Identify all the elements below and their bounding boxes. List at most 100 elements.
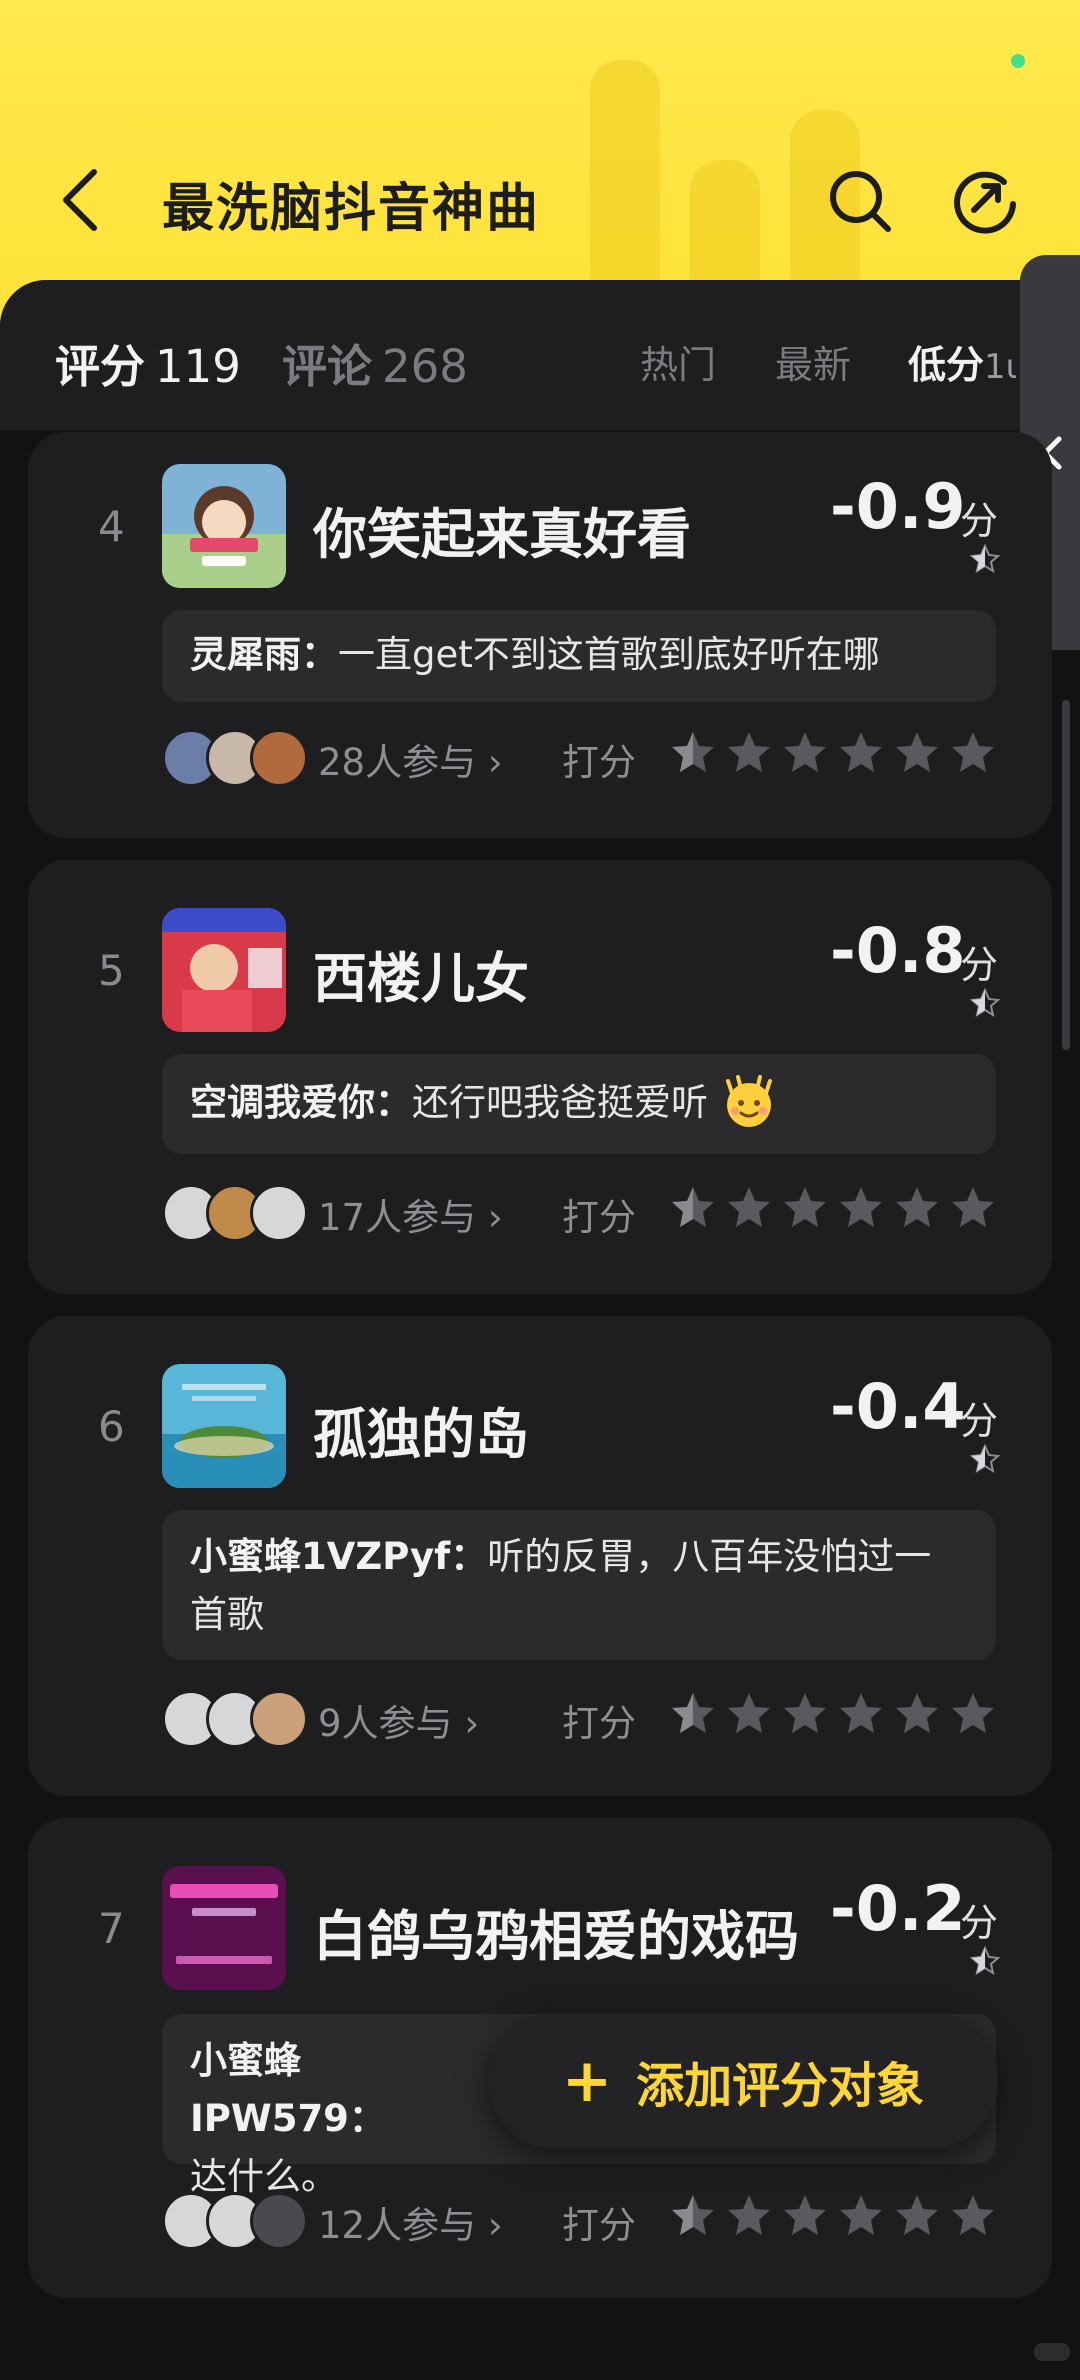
island-cover[interactable] xyxy=(162,1364,286,1488)
tab-comment-label: 评论 xyxy=(282,340,373,393)
song-title[interactable]: 你笑起来真好看 xyxy=(313,490,691,569)
chevron-left-icon xyxy=(63,169,97,231)
top-comment[interactable]: 灵犀雨：一直get不到这首歌到底好听在哪 xyxy=(162,610,996,702)
sort-low[interactable]: 低分1ι xyxy=(908,334,1017,389)
score-unit: 分 xyxy=(960,1901,999,1945)
search-button[interactable] xyxy=(826,166,896,236)
score-unit: 分 xyxy=(960,943,999,987)
star-icon[interactable] xyxy=(724,2191,774,2241)
star-icon[interactable] xyxy=(892,1183,942,1233)
star-icon[interactable] xyxy=(724,728,774,778)
chevron-right-icon: › xyxy=(464,1702,480,1745)
avatar xyxy=(250,1690,308,1748)
star-icon[interactable] xyxy=(780,1183,830,1233)
song-card[interactable]: 4 你笑起来真好看 -0.9 分 灵犀雨：一直get不到这首歌到底好听在哪 28… xyxy=(28,432,1052,838)
half-star-icon[interactable] xyxy=(668,1689,718,1739)
participants-count: 28人参与 xyxy=(318,741,477,784)
anime-girl-cover[interactable] xyxy=(162,464,286,588)
top-comment[interactable]: 空调我爱你：还行吧我爸挺爱听 xyxy=(162,1054,996,1154)
rating-stars[interactable] xyxy=(668,1183,998,1233)
star-icon[interactable] xyxy=(780,1689,830,1739)
participants-count: 12人参与 xyxy=(318,2204,477,2247)
rank-number: 4 xyxy=(98,502,125,551)
rate-label: 打分 xyxy=(562,2204,636,2247)
rank-number: 7 xyxy=(98,1904,125,1953)
half-star-icon[interactable] xyxy=(668,2191,718,2241)
star-icon[interactable] xyxy=(724,1689,774,1739)
search-icon xyxy=(830,171,891,232)
song-card[interactable]: 5 西楼儿女 -0.8 分 空调我爱你：还行吧我爸挺爱听 17人参与 › 打分 xyxy=(28,860,1052,1294)
star-icon[interactable] xyxy=(780,728,830,778)
tab-score-label: 评分 xyxy=(55,340,146,393)
share-button[interactable] xyxy=(950,166,1020,236)
participant-avatars[interactable] xyxy=(162,1690,322,1748)
rank-number: 6 xyxy=(98,1402,125,1451)
chevron-right-icon: › xyxy=(487,741,503,784)
song-title[interactable]: 孤独的岛 xyxy=(313,1390,529,1469)
share-icon xyxy=(954,171,1016,234)
emoji-icon xyxy=(725,1075,772,1127)
participants-count: 9人参与 xyxy=(318,1702,453,1745)
status-indicator xyxy=(1011,54,1025,68)
comment-body: 还行吧我爸挺爱听 xyxy=(412,1081,708,1124)
rating-stars[interactable] xyxy=(668,2191,998,2241)
tab-score-count: 119 xyxy=(155,340,241,393)
star-icon[interactable] xyxy=(948,1183,998,1233)
song-title[interactable]: 西楼儿女 xyxy=(313,934,529,1013)
star-icon[interactable] xyxy=(892,1689,942,1739)
half-star-icon[interactable] xyxy=(668,728,718,778)
avatar xyxy=(250,2192,308,2250)
sort-hot[interactable]: 热门 xyxy=(640,334,716,389)
comment-text: 灵犀雨：一直get不到这首歌到底好听在哪 xyxy=(190,626,968,684)
star-icon[interactable] xyxy=(836,2191,886,2241)
score-unit: 分 xyxy=(960,1399,999,1443)
participants-link[interactable]: 28人参与 › xyxy=(318,732,503,786)
star-icon[interactable] xyxy=(780,2191,830,2241)
star-icon[interactable] xyxy=(724,1183,774,1233)
star-icon[interactable] xyxy=(948,1689,998,1739)
comment-user: 小蜜蜂1VZPyf： xyxy=(190,1535,488,1578)
participants-link[interactable]: 9人参与 › xyxy=(318,1693,479,1747)
star-icon[interactable] xyxy=(836,1689,886,1739)
tab-comment[interactable]: 评论 268 xyxy=(282,330,468,395)
comment-user: 空调我爱你： xyxy=(190,1081,412,1124)
half-star-icon xyxy=(970,544,1000,574)
singer-karaoke-cover[interactable] xyxy=(162,908,286,1032)
participant-avatars[interactable] xyxy=(162,1184,322,1242)
star-icon[interactable] xyxy=(948,728,998,778)
add-rating-target-button[interactable]: + 添加评分对象 xyxy=(488,2013,998,2149)
score-value: -0.9 xyxy=(830,470,966,543)
page-title: 最洗脑抖音神曲 xyxy=(162,179,541,239)
star-icon[interactable] xyxy=(892,2191,942,2241)
back-button[interactable] xyxy=(50,160,110,240)
add-button-label: 添加评分对象 xyxy=(636,2058,925,2114)
participants-link[interactable]: 17人参与 › xyxy=(318,1187,503,1241)
chevron-right-icon: › xyxy=(487,1196,503,1239)
song-title[interactable]: 白鸽乌鸦相爱的戏码 xyxy=(313,1892,799,1971)
participant-avatars[interactable] xyxy=(162,729,322,787)
star-icon[interactable] xyxy=(948,2191,998,2241)
star-icon[interactable] xyxy=(836,1183,886,1233)
chevron-right-icon: › xyxy=(487,2204,503,2247)
half-star-icon xyxy=(970,1946,1000,1976)
top-comment[interactable]: 小蜜蜂1VZPyf：听的反胃，八百年没怕过一首歌 xyxy=(162,1510,996,1660)
tab-score[interactable]: 评分 119 xyxy=(55,330,241,395)
score-value: -0.4 xyxy=(830,1370,966,1443)
half-star-icon xyxy=(970,1444,1000,1474)
sort-new[interactable]: 最新 xyxy=(775,334,851,389)
sort-low-suffix: 1ι xyxy=(984,347,1018,387)
song-card[interactable]: 6 孤独的岛 -0.4 分 小蜜蜂1VZPyf：听的反胃，八百年没怕过一首歌 9… xyxy=(28,1316,1052,1796)
scrollbar[interactable] xyxy=(1062,700,1070,1050)
purple-text-cover[interactable] xyxy=(162,1866,286,1990)
participants-link[interactable]: 12人参与 › xyxy=(318,2195,503,2249)
rating-stars[interactable] xyxy=(668,728,998,778)
plus-icon: + xyxy=(561,2046,613,2116)
rate-label: 打分 xyxy=(562,741,636,784)
participant-avatars[interactable] xyxy=(162,2192,322,2250)
star-icon[interactable] xyxy=(836,728,886,778)
half-star-icon[interactable] xyxy=(668,1183,718,1233)
participants-count: 17人参与 xyxy=(318,1196,477,1239)
star-icon[interactable] xyxy=(892,728,942,778)
rating-stars[interactable] xyxy=(668,1689,998,1739)
sort-low-label: 低分 xyxy=(908,343,985,387)
